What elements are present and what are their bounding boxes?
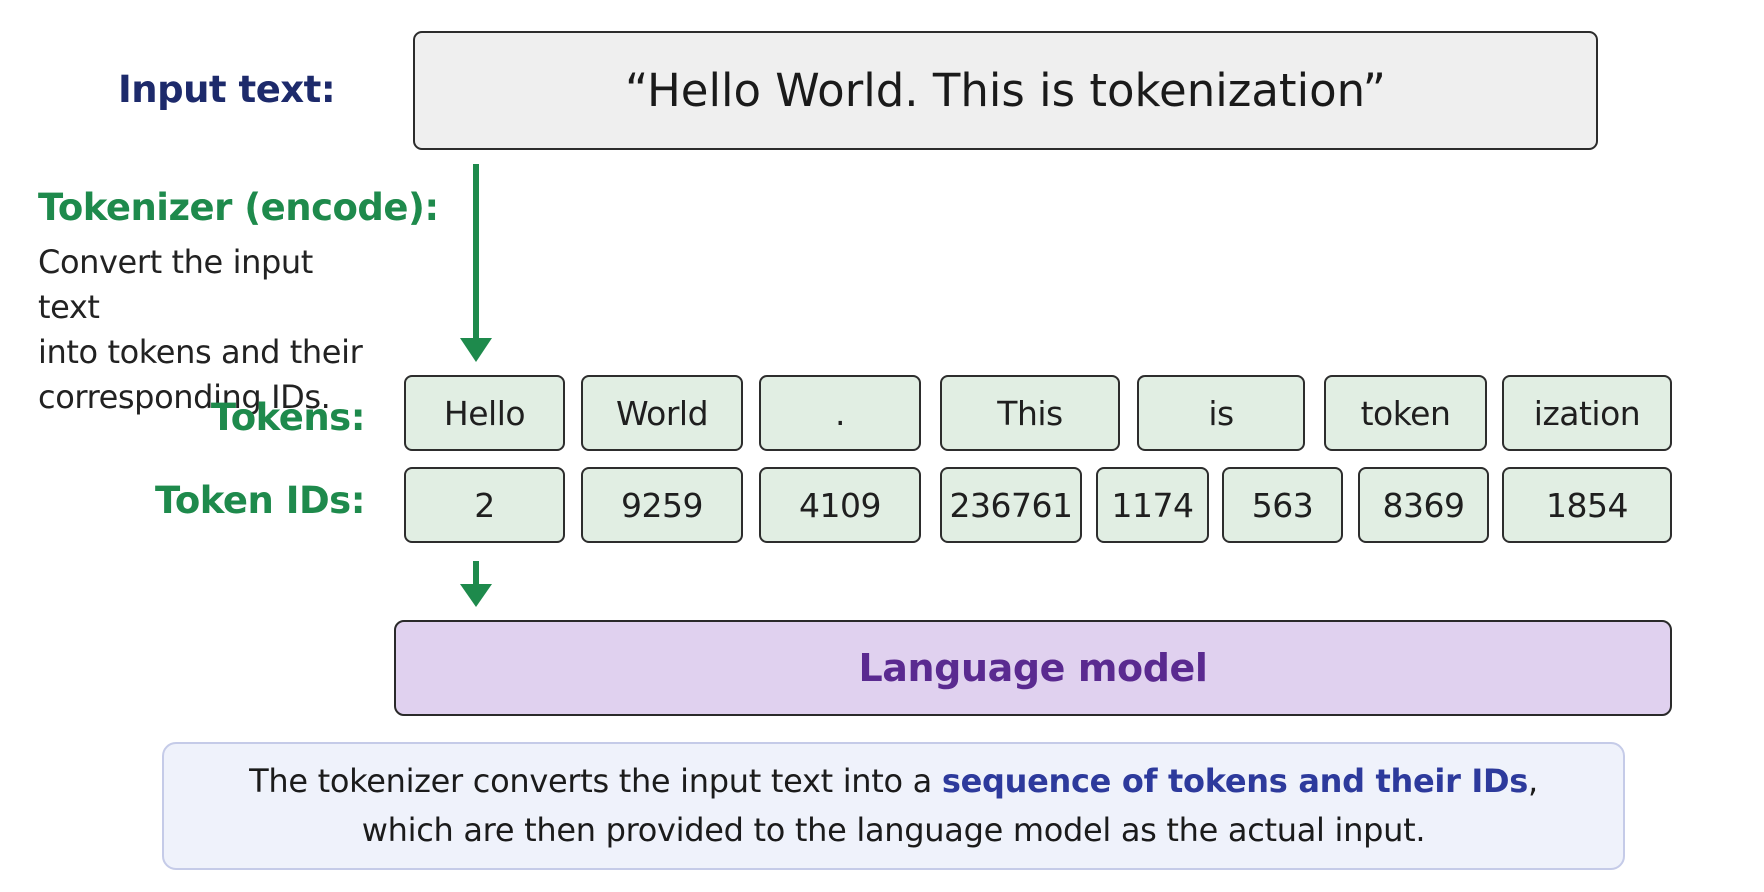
note-highlight: sequence of tokens and their IDs [941, 762, 1529, 800]
explanation-note: The tokenizer converts the input text in… [162, 742, 1625, 870]
note-line-2: which are then provided to the language … [361, 811, 1426, 849]
note-line-1: The tokenizer converts the input text in… [249, 757, 1538, 806]
token-id-cell: 2 [404, 467, 565, 543]
token-id-cell: 236761 [940, 467, 1082, 543]
token-cell: is [1137, 375, 1305, 451]
token-id-cell: 1854 [1502, 467, 1672, 543]
tokenizer-description-line: Convert the input text [38, 243, 313, 326]
token-cell: ization [1502, 375, 1672, 451]
token-cell: This [940, 375, 1120, 451]
tokens-row-label: Tokens: [210, 396, 366, 439]
tokenizer-description-line: into tokens and their [38, 333, 363, 371]
token-id-cell: 1174 [1096, 467, 1209, 543]
input-text-value: “Hello World. This is tokenization” [625, 64, 1386, 117]
token-ids-row-label: Token IDs: [155, 479, 365, 522]
encode-arrow [460, 164, 492, 362]
token-id-cell: 9259 [581, 467, 743, 543]
language-model-box: Language model [394, 620, 1672, 716]
tokenizer-description: Convert the input text into tokens and t… [38, 240, 378, 420]
token-id-cell: 4109 [759, 467, 921, 543]
tokenizer-title: Tokenizer (encode): [38, 186, 439, 229]
token-cell: World [581, 375, 743, 451]
token-cell: . [759, 375, 921, 451]
language-model-label: Language model [858, 646, 1208, 690]
token-cell: token [1324, 375, 1487, 451]
token-id-cell: 8369 [1358, 467, 1489, 543]
input-text-label: Input text: [118, 68, 336, 111]
note-text: , [1528, 762, 1538, 800]
token-cell: Hello [404, 375, 565, 451]
model-input-arrow [460, 561, 492, 607]
token-id-cell: 563 [1222, 467, 1343, 543]
input-text-box: “Hello World. This is tokenization” [413, 31, 1598, 150]
note-text: The tokenizer converts the input text in… [249, 762, 942, 800]
